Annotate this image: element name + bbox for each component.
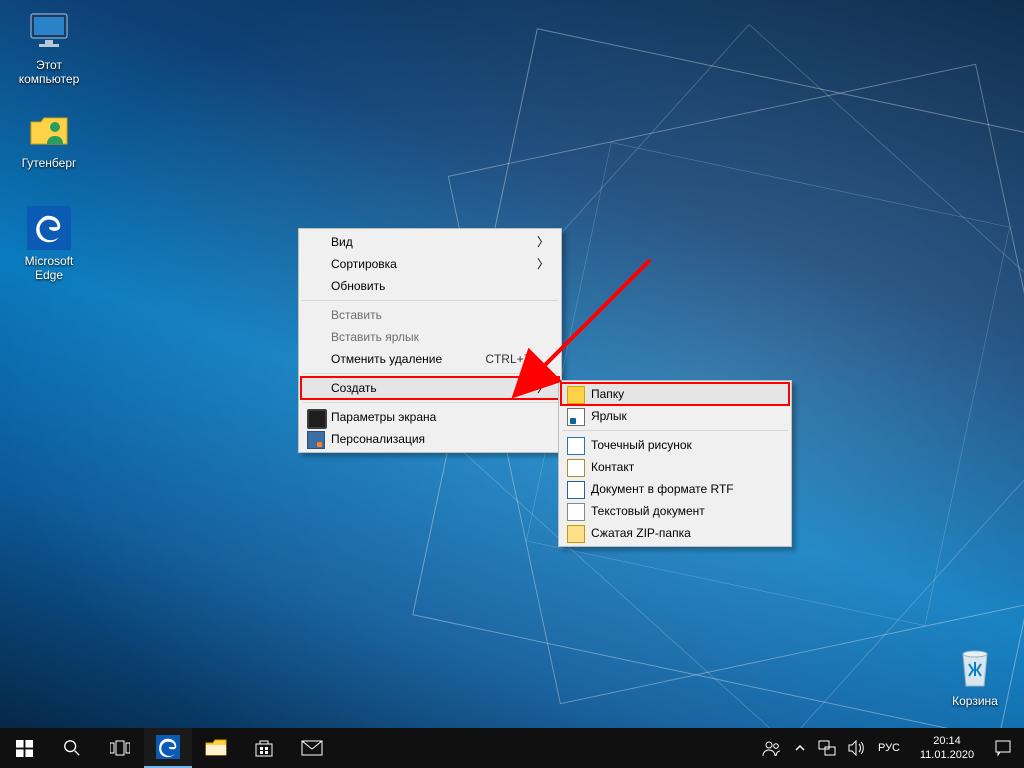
menu-item-label: Создать [331,381,377,395]
desktop-icon-user-folder[interactable]: Гутенберг [10,108,88,170]
menu-item-refresh[interactable]: Обновить [301,275,559,297]
shortcut-icon [567,408,585,426]
new-submenu: Папку Ярлык Точечный рисунок Контакт Док… [558,380,792,547]
menu-item-label: Вид [331,235,353,249]
search-icon [63,739,81,757]
chevron-right-icon: 〉 [537,231,549,253]
taskbar-app-edge[interactable] [144,728,192,768]
tray-language[interactable]: РУС [872,728,906,768]
menu-item-label: Обновить [331,279,385,293]
desktop-icon-label: MicrosoftEdge [10,254,88,282]
start-button[interactable] [0,728,48,768]
personalize-icon [307,431,325,449]
submenu-item-zip[interactable]: Сжатая ZIP-папка [561,522,789,544]
menu-separator [302,300,558,301]
tray-volume[interactable] [842,728,872,768]
menu-separator [562,430,788,431]
menu-item-label: Персонализация [331,432,425,446]
taskbar-app-mail[interactable] [288,728,336,768]
desktop-icon-label: Корзина [936,694,1014,708]
network-icon [818,740,836,756]
edge-icon [156,735,180,759]
menu-separator [302,373,558,374]
menu-item-new[interactable]: Создать 〉 [301,377,559,399]
tray-people[interactable] [756,728,788,768]
submenu-item-bitmap[interactable]: Точечный рисунок [561,434,789,456]
desktop-icon-label: Этоткомпьютер [10,58,88,86]
bitmap-file-icon [567,437,585,455]
rtf-file-icon [567,481,585,499]
menu-item-label: Параметры экрана [331,410,436,424]
desktop-context-menu: Вид 〉 Сортировка 〉 Обновить Вставить Встав… [298,228,562,453]
chevron-right-icon: 〉 [537,377,549,399]
menu-item-view[interactable]: Вид 〉 [301,231,559,253]
task-view-button[interactable] [96,728,144,768]
menu-item-paste-shortcut: Вставить ярлык [301,326,559,348]
zip-file-icon [567,525,585,543]
submenu-item-rtf[interactable]: Документ в формате RTF [561,478,789,500]
menu-item-display-settings[interactable]: Параметры экрана [301,406,559,428]
user-folder-icon [27,108,71,152]
taskbar: РУС 20:14 11.01.2020 [0,728,1024,768]
menu-item-label: Сортировка [331,257,397,271]
tray-network[interactable] [812,728,842,768]
taskbar-app-store[interactable] [240,728,288,768]
menu-item-shortcut: CTRL+Z [485,348,531,370]
tray-show-hidden[interactable] [788,728,812,768]
menu-item-label: Контакт [591,460,634,474]
menu-item-label: Сжатая ZIP-папка [591,526,691,540]
desktop-icon-edge[interactable]: MicrosoftEdge [10,206,88,282]
submenu-item-folder[interactable]: Папку [561,383,789,405]
folder-icon [567,386,585,404]
menu-item-label: Вставить ярлык [331,330,419,344]
desktop-icon-label: Гутенберг [10,156,88,170]
chevron-up-icon [794,742,806,754]
display-settings-icon [307,409,327,429]
file-explorer-icon [205,739,227,757]
edge-icon [27,206,71,250]
menu-item-label: Ярлык [591,409,627,423]
mail-icon [301,740,323,756]
tray-date: 11.01.2020 [920,749,974,761]
desktop-icon-this-pc[interactable]: Этоткомпьютер [10,10,88,86]
menu-item-label: Текстовый документ [591,504,705,518]
windows-logo-icon [16,740,33,757]
action-center-icon [994,739,1012,757]
this-pc-icon [27,10,71,54]
menu-item-personalize[interactable]: Персонализация [301,428,559,450]
search-button[interactable] [48,728,96,768]
menu-item-label: Вставить [331,308,382,322]
submenu-item-text[interactable]: Текстовый документ [561,500,789,522]
tray-clock[interactable]: 20:14 11.01.2020 [906,728,988,768]
desktop[interactable]: Этоткомпьютер Гутенберг MicrosoftEdge Ко… [0,0,1024,768]
task-view-icon [110,740,130,756]
contact-file-icon [567,459,585,477]
menu-item-undo-delete[interactable]: Отменить удаление CTRL+Z [301,348,559,370]
menu-item-paste: Вставить [301,304,559,326]
menu-item-label: Папку [591,387,624,401]
tray-language-label: РУС [878,742,900,754]
system-tray: РУС 20:14 11.01.2020 [756,728,1024,768]
submenu-item-shortcut[interactable]: Ярлык [561,405,789,427]
taskbar-app-explorer[interactable] [192,728,240,768]
store-icon [254,738,274,758]
chevron-right-icon: 〉 [537,253,549,275]
desktop-icon-recycle-bin[interactable]: Корзина [936,646,1014,708]
tray-time: 20:14 [933,735,961,747]
menu-separator [302,402,558,403]
people-icon [762,739,782,757]
menu-item-label: Документ в формате RTF [591,482,734,496]
submenu-item-contact[interactable]: Контакт [561,456,789,478]
volume-icon [848,740,866,756]
menu-item-sort[interactable]: Сортировка 〉 [301,253,559,275]
recycle-bin-icon [953,646,997,690]
menu-item-label: Точечный рисунок [591,438,692,452]
menu-item-label: Отменить удаление [331,352,442,366]
tray-action-center[interactable] [988,728,1018,768]
text-file-icon [567,503,585,521]
